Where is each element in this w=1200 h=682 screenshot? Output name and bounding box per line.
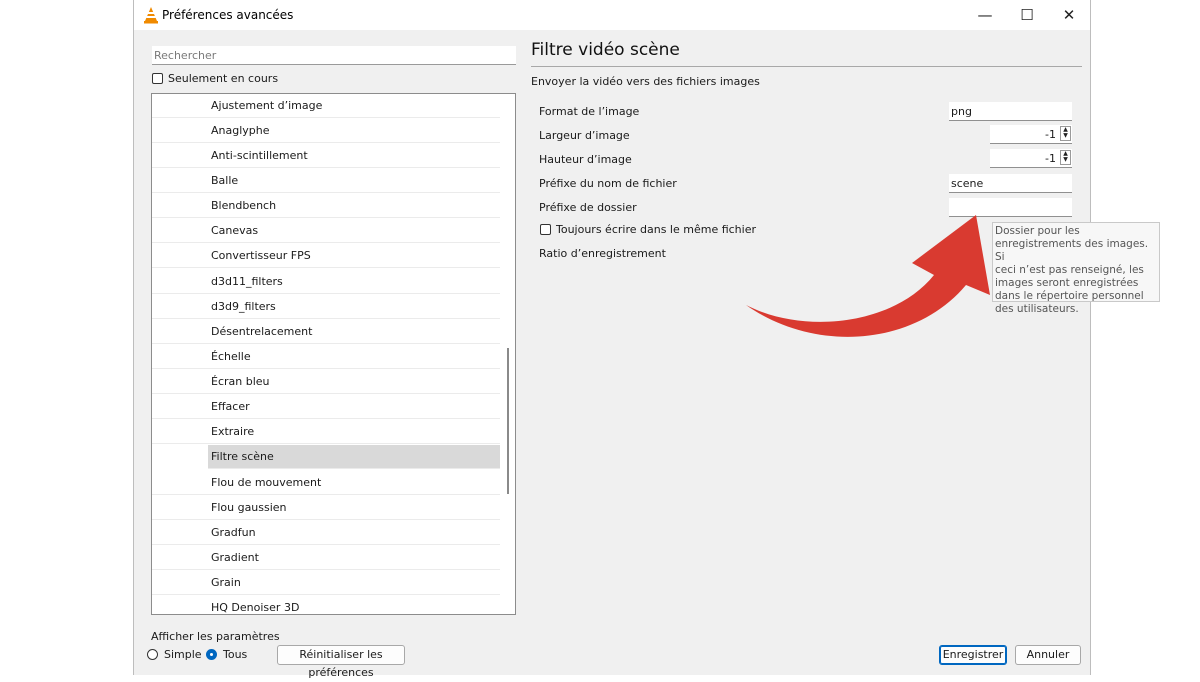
prefix-input[interactable] [949, 174, 1072, 193]
tree-item[interactable]: Balle [152, 169, 500, 193]
tree-item[interactable]: HQ Denoiser 3D [152, 596, 500, 614]
tree-item[interactable]: Blendbench [152, 194, 500, 218]
tree-item[interactable]: d3d9_filters [152, 295, 500, 319]
show-params-legend: Afficher les paramètres [151, 630, 280, 643]
window-title: Préférences avancées [162, 8, 294, 22]
panel-title: Filtre vidéo scène [531, 40, 680, 60]
title-bar: Préférences avancées — ☐ ✕ [134, 0, 1090, 30]
tree-item[interactable]: Anaglyphe [152, 119, 500, 143]
tooltip-line: images seront enregistrées [995, 277, 1139, 289]
preferences-window: Préférences avancées — ☐ ✕ Seulement en … [133, 0, 1160, 679]
tree-item[interactable]: Flou de mouvement [152, 471, 500, 495]
tree-item[interactable]: Extraire [152, 420, 500, 444]
cancel-button[interactable]: Annuler [1015, 645, 1081, 665]
tree-item[interactable]: Écran bleu [152, 370, 500, 394]
spinner-arrows-icon[interactable]: ▲ ▼ [1060, 126, 1071, 141]
tree-item[interactable]: Gradfun [152, 521, 500, 545]
folder-tooltip: Dossier pour les enregistrements des ima… [992, 222, 1160, 315]
tree-item[interactable]: Échelle [152, 345, 500, 369]
title-divider [531, 66, 1082, 67]
simple-label: Simple [164, 648, 202, 661]
search-input[interactable] [152, 46, 516, 65]
tooltip-line: Dossier pour les [995, 225, 1080, 237]
tree-item[interactable]: Gradient [152, 546, 500, 570]
tree-item[interactable]: Flou gaussien [152, 496, 500, 520]
prefix-label: Préfixe du nom de fichier [539, 177, 677, 190]
save-button[interactable]: Enregistrer [939, 645, 1007, 665]
tree-item[interactable]: Grain [152, 571, 500, 595]
tree-item[interactable]: Ajustement d’image [152, 94, 500, 118]
maximize-button[interactable]: ☐ [1006, 0, 1048, 30]
same-file-checkbox[interactable] [540, 224, 551, 235]
format-input[interactable] [949, 102, 1072, 121]
close-button[interactable]: ✕ [1048, 0, 1090, 30]
only-current-label: Seulement en cours [168, 72, 279, 85]
tree-item[interactable]: Effacer [152, 395, 500, 419]
same-file-label: Toujours écrire dans le même fichier [556, 223, 756, 236]
tree-scrollbar[interactable] [507, 348, 509, 494]
panel-description: Envoyer la vidéo vers des fichiers image… [531, 75, 760, 88]
tree-item[interactable]: Convertisseur FPS [152, 244, 500, 268]
red-curved-arrow-icon [746, 215, 990, 337]
tree-item[interactable]: Anti-scintillement [152, 144, 500, 168]
width-value: -1 [1045, 128, 1056, 141]
format-label: Format de l’image [539, 105, 640, 118]
tooltip-line: enregistrements des images. Si [995, 238, 1149, 263]
reset-preferences-button[interactable]: Réinitialiser les préférences [277, 645, 405, 679]
tooltip-line: dans le répertoire personnel [995, 290, 1144, 302]
spinner-arrows-icon[interactable]: ▲ ▼ [1060, 150, 1071, 165]
height-spinbox[interactable]: -1 ▲ ▼ [990, 149, 1072, 168]
height-value: -1 [1045, 152, 1056, 165]
tree-item[interactable]: Désentrelacement [152, 320, 500, 344]
tooltip-line: ceci n’est pas renseigné, les [995, 264, 1144, 276]
all-radio[interactable] [206, 649, 217, 660]
width-spinbox[interactable]: -1 ▲ ▼ [990, 125, 1072, 144]
all-label: Tous [223, 648, 248, 661]
tooltip-line: des utilisateurs. [995, 303, 1079, 315]
ratio-label: Ratio d’enregistrement [539, 247, 666, 260]
width-label: Largeur d’image [539, 129, 630, 142]
simple-radio[interactable] [147, 649, 158, 660]
height-label: Hauteur d’image [539, 153, 632, 166]
tree-item-selected[interactable]: Filtre scène [208, 445, 500, 469]
minimize-button[interactable]: — [964, 0, 1006, 30]
tree-item[interactable]: Canevas [152, 219, 500, 243]
tree-item[interactable]: d3d11_filters [152, 270, 500, 294]
vlc-cone-icon [144, 7, 158, 24]
folder-label: Préfixe de dossier [539, 201, 637, 214]
category-tree[interactable]: Ajustement d’image Anaglyphe Anti-scinti… [151, 93, 516, 615]
only-current-checkbox[interactable] [152, 73, 163, 84]
